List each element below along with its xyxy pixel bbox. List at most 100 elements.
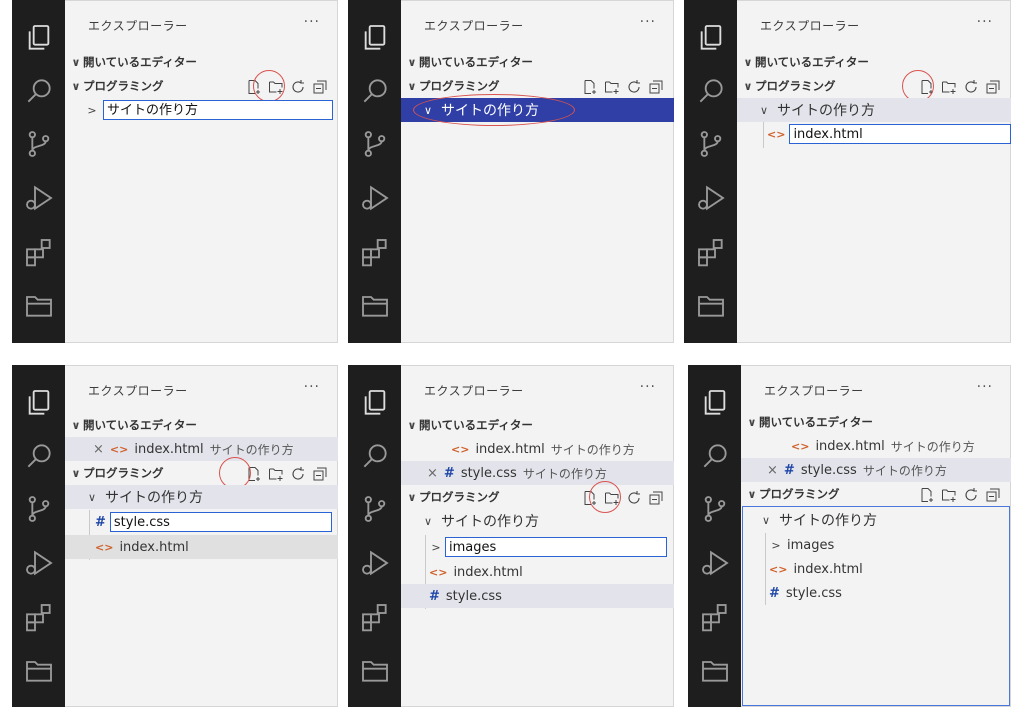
new-folder-icon[interactable] <box>941 487 957 503</box>
close-icon[interactable]: × <box>93 442 104 457</box>
source-control-icon[interactable] <box>359 493 391 525</box>
open-editors-header[interactable]: ∨ 開いているエディター <box>65 413 338 437</box>
new-file-row[interactable]: <> index.html <box>737 122 1011 146</box>
explorer-icon[interactable] <box>23 387 55 419</box>
folder-row-images[interactable]: > images <box>741 533 1011 557</box>
run-debug-icon[interactable] <box>23 182 55 214</box>
extensions-icon[interactable] <box>359 236 391 268</box>
refresh-icon[interactable] <box>290 466 306 482</box>
new-file-icon[interactable] <box>919 79 935 95</box>
file-row-style[interactable]: # style.css <box>741 581 1011 605</box>
extensions-icon[interactable] <box>695 236 727 268</box>
run-debug-icon[interactable] <box>23 547 55 579</box>
new-file-icon[interactable] <box>246 466 262 482</box>
source-control-icon[interactable] <box>23 128 55 160</box>
explorer-icon[interactable] <box>699 387 731 419</box>
folder-name-input[interactable]: サイトの作り方 <box>103 100 333 120</box>
collapse-all-icon[interactable] <box>648 79 664 95</box>
folder-icon[interactable] <box>359 289 391 321</box>
explorer-icon[interactable] <box>23 22 55 54</box>
open-editors-header[interactable]: ∨ 開いているエディター <box>65 50 338 74</box>
more-actions-button[interactable]: ··· <box>977 379 993 395</box>
collapse-all-icon[interactable] <box>648 490 664 506</box>
folder-icon[interactable] <box>23 654 55 686</box>
folder-icon[interactable] <box>699 654 731 686</box>
close-icon[interactable]: × <box>427 466 438 481</box>
extensions-icon[interactable] <box>23 601 55 633</box>
open-editor-item[interactable]: × # style.css サイトの作り方 <box>741 458 1011 482</box>
new-file-icon[interactable] <box>582 490 598 506</box>
folder-icon[interactable] <box>695 289 727 321</box>
refresh-icon[interactable] <box>963 79 979 95</box>
file-row-index[interactable]: <> index.html <box>741 557 1011 581</box>
folder-icon[interactable] <box>359 654 391 686</box>
new-folder-icon[interactable] <box>941 79 957 95</box>
refresh-icon[interactable] <box>626 79 642 95</box>
run-debug-icon[interactable] <box>359 182 391 214</box>
extensions-icon[interactable] <box>359 601 391 633</box>
folder-row[interactable]: ∨ サイトの作り方 <box>65 485 338 509</box>
new-folder-icon[interactable] <box>268 466 284 482</box>
folder-row-selected[interactable]: ∨ サイトの作り方 <box>401 98 674 122</box>
file-row-style[interactable]: # style.css <box>401 584 674 608</box>
folder-name-input[interactable]: images <box>445 537 667 557</box>
refresh-icon[interactable] <box>626 490 642 506</box>
close-icon[interactable]: × <box>767 463 778 478</box>
open-editors-header[interactable]: ∨ 開いているエディター <box>401 50 674 74</box>
search-icon[interactable] <box>359 75 391 107</box>
search-icon[interactable] <box>23 75 55 107</box>
folder-row[interactable]: ∨ サイトの作り方 <box>741 508 1011 532</box>
explorer-icon[interactable] <box>359 387 391 419</box>
collapse-all-icon[interactable] <box>985 79 1001 95</box>
new-folder-row[interactable]: > images <box>401 535 674 559</box>
collapse-all-icon[interactable] <box>985 487 1001 503</box>
file-name-input[interactable]: style.css <box>109 512 332 532</box>
file-name-input[interactable]: index.html <box>789 124 1011 144</box>
source-control-icon[interactable] <box>699 493 731 525</box>
file-row-index[interactable]: <> index.html <box>401 560 674 584</box>
search-icon[interactable] <box>699 440 731 472</box>
explorer-icon[interactable] <box>695 22 727 54</box>
source-control-icon[interactable] <box>695 128 727 160</box>
open-editors-header[interactable]: ∨ 開いているエディター <box>401 413 674 437</box>
new-folder-row[interactable]: > サイトの作り方 <box>65 98 338 122</box>
more-actions-button[interactable]: ··· <box>640 379 656 395</box>
new-folder-icon[interactable] <box>604 490 620 506</box>
new-file-row[interactable]: # style.css <box>65 510 338 534</box>
explorer-icon[interactable] <box>359 22 391 54</box>
run-debug-icon[interactable] <box>359 547 391 579</box>
new-folder-icon[interactable] <box>604 79 620 95</box>
more-actions-button[interactable]: ··· <box>304 379 320 395</box>
new-file-icon[interactable] <box>246 79 262 95</box>
refresh-icon[interactable] <box>963 487 979 503</box>
new-folder-icon[interactable] <box>268 79 284 95</box>
folder-row[interactable]: ∨ サイトの作り方 <box>401 509 674 533</box>
open-editor-item[interactable]: × # style.css サイトの作り方 <box>401 461 674 485</box>
collapse-all-icon[interactable] <box>312 466 328 482</box>
collapse-all-icon[interactable] <box>312 79 328 95</box>
more-actions-button[interactable]: ··· <box>304 14 320 30</box>
folder-row[interactable]: ∨ サイトの作り方 <box>737 98 1011 122</box>
search-icon[interactable] <box>359 440 391 472</box>
open-editor-item[interactable]: × <> index.html サイトの作り方 <box>65 437 338 461</box>
new-file-icon[interactable] <box>582 79 598 95</box>
source-control-icon[interactable] <box>23 493 55 525</box>
source-control-icon[interactable] <box>359 128 391 160</box>
search-icon[interactable] <box>23 440 55 472</box>
folder-icon[interactable] <box>23 289 55 321</box>
chevron-right-icon: > <box>87 103 97 117</box>
new-file-icon[interactable] <box>919 487 935 503</box>
open-editor-item[interactable]: <> index.html サイトの作り方 <box>401 437 674 461</box>
open-editors-header[interactable]: ∨ 開いているエディター <box>741 410 1011 434</box>
open-editor-item[interactable]: <> index.html サイトの作り方 <box>741 434 1011 458</box>
search-icon[interactable] <box>695 75 727 107</box>
more-actions-button[interactable]: ··· <box>640 14 656 30</box>
open-editors-header[interactable]: ∨ 開いているエディター <box>737 50 1011 74</box>
run-debug-icon[interactable] <box>695 182 727 214</box>
run-debug-icon[interactable] <box>699 547 731 579</box>
refresh-icon[interactable] <box>290 79 306 95</box>
file-row-index[interactable]: <> index.html <box>65 535 338 559</box>
more-actions-button[interactable]: ··· <box>977 14 993 30</box>
extensions-icon[interactable] <box>699 601 731 633</box>
extensions-icon[interactable] <box>23 236 55 268</box>
